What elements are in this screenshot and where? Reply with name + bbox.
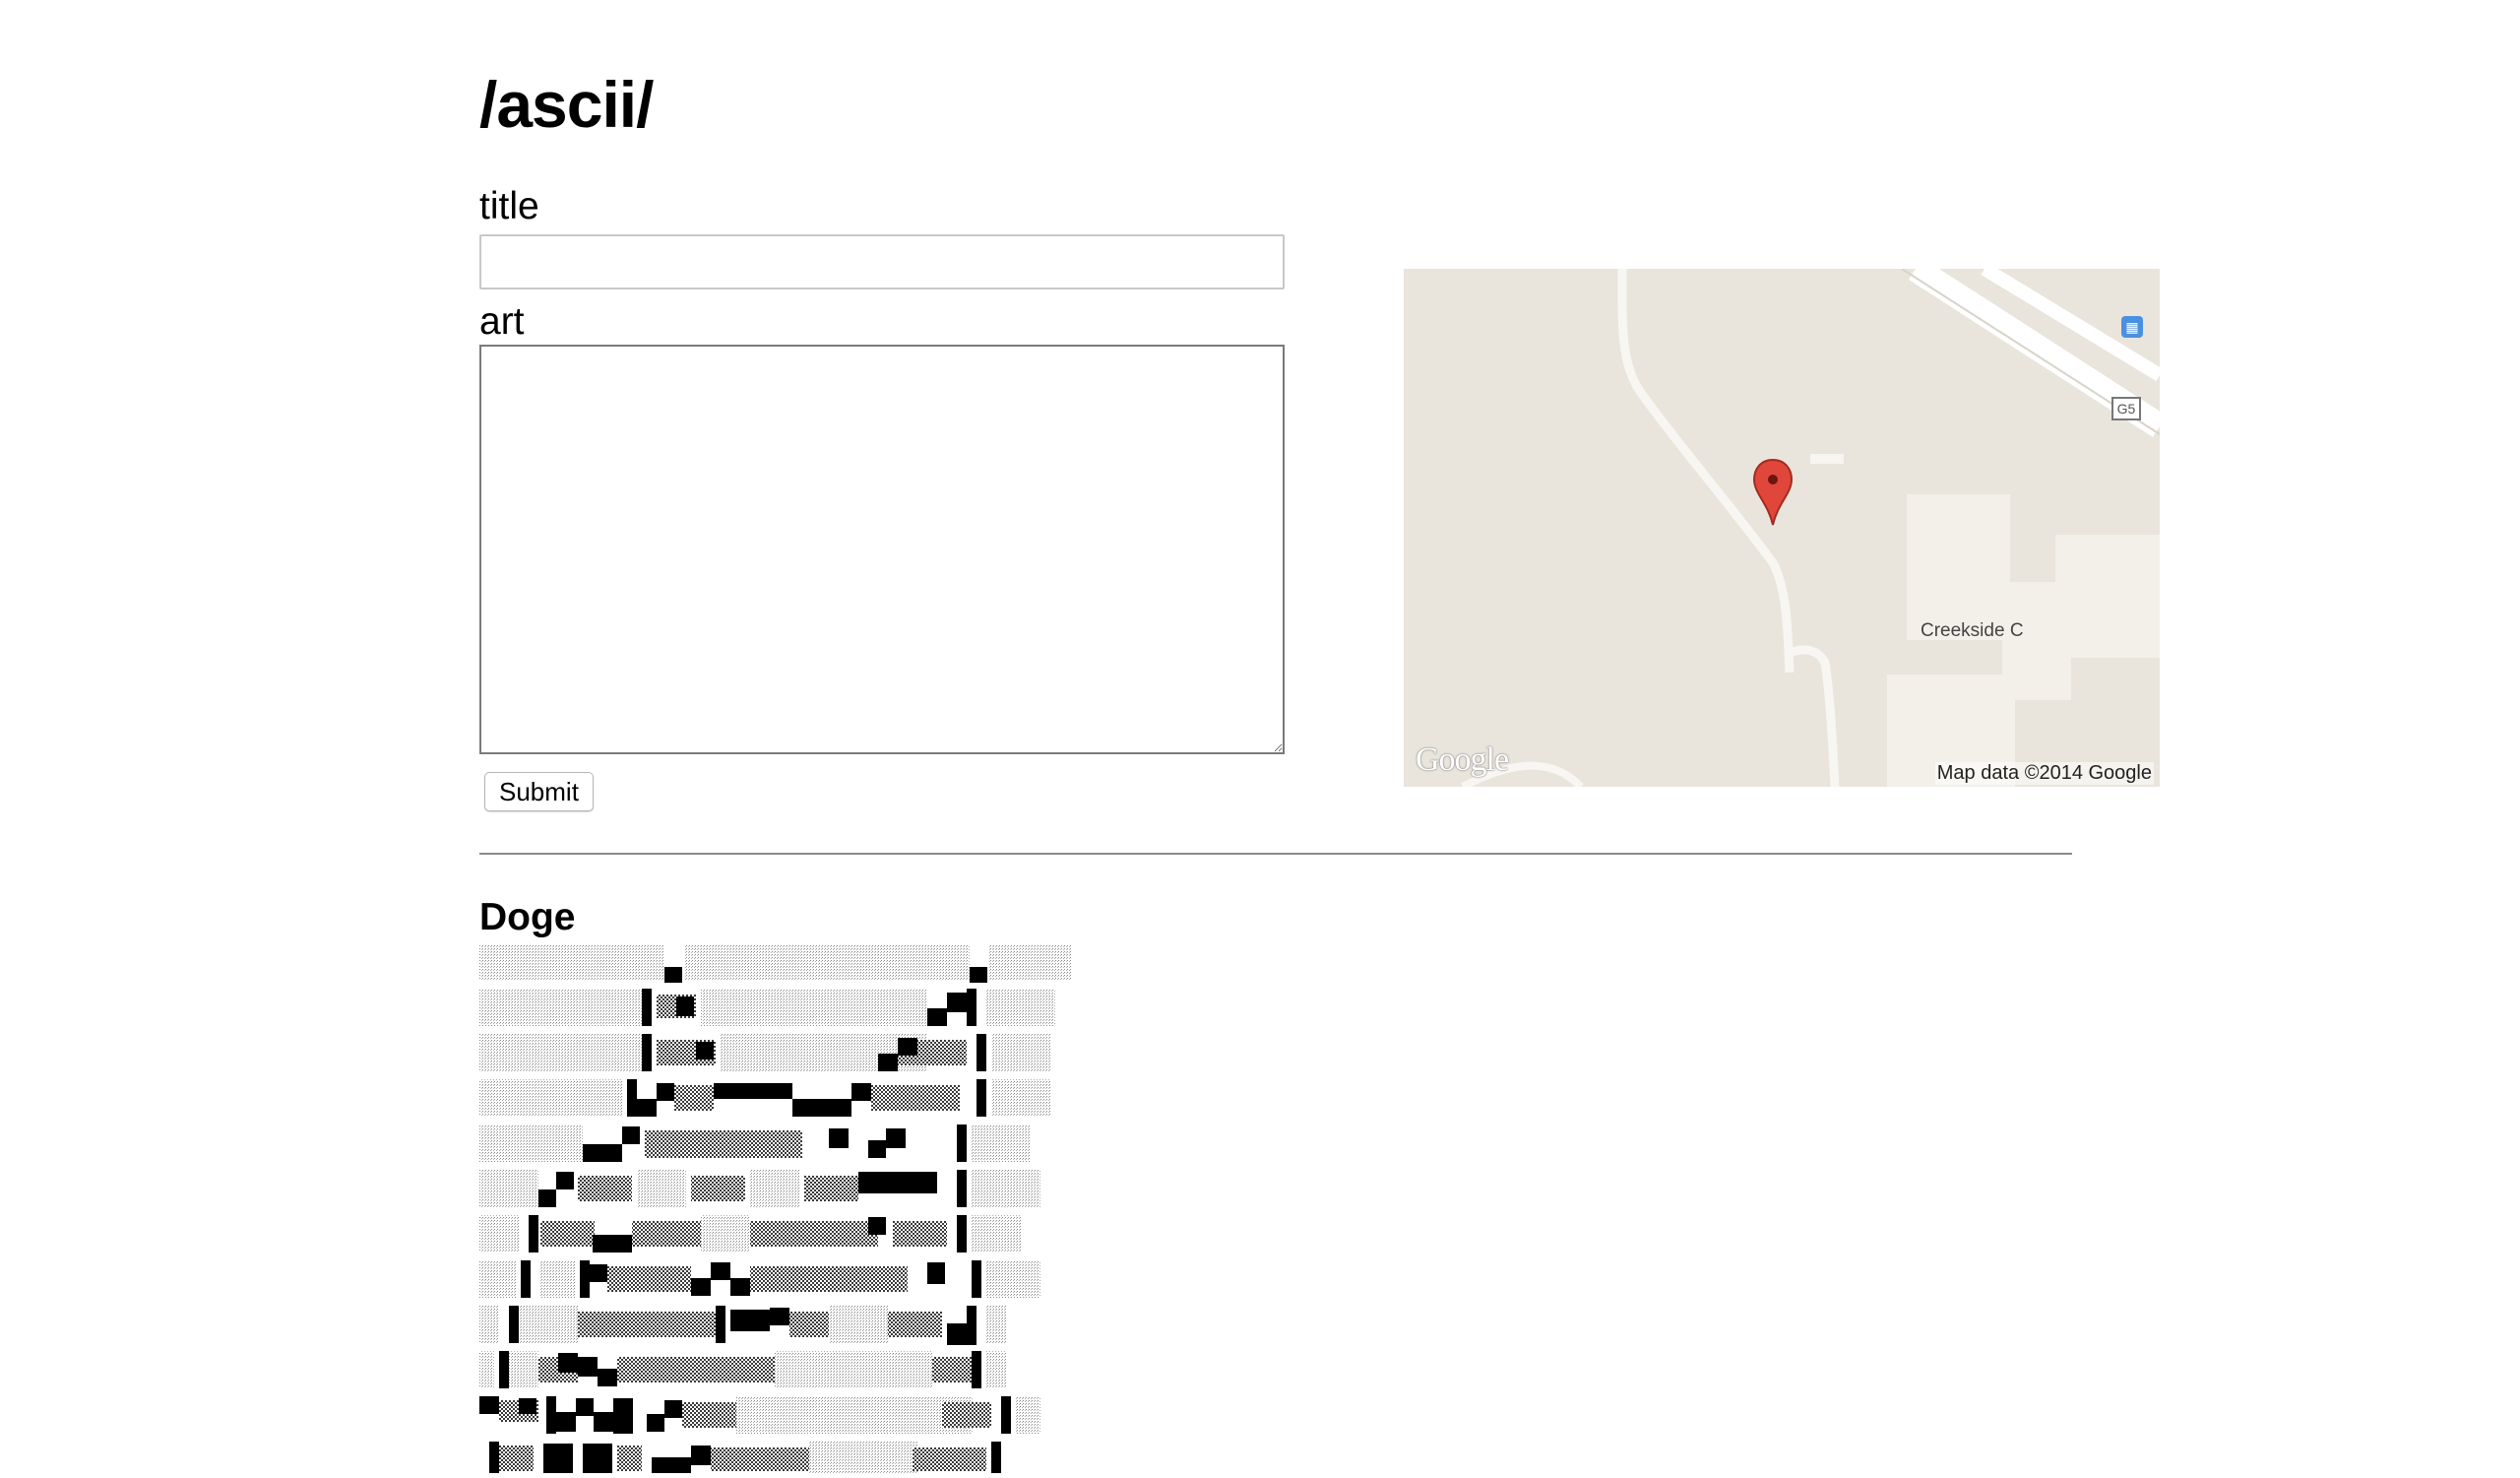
title-label: title [479,185,539,227]
map-attribution[interactable]: Map data ©2014 Google [1934,762,2154,785]
local-road [1788,645,1840,787]
art-row [479,1351,1006,1388]
place-label: Creekside C [1921,620,2024,641]
submit-button[interactable]: Submit [484,772,594,811]
art-row [479,1170,1040,1207]
divider [479,853,2072,855]
bus-stop-icon: ▦ [2121,316,2143,338]
page-title: /ascii/ [479,68,654,141]
title-input[interactable] [479,234,1285,289]
art-textarea[interactable] [479,345,1285,754]
art-row [479,1396,1040,1434]
art-label: art [479,300,525,343]
building-shape [1810,454,1844,464]
art-row [479,1034,1050,1071]
art-row [479,1125,1031,1162]
ascii-art-image [479,945,1090,1478]
road-shield-icon: G5 [2111,397,2141,420]
art-row [479,1079,1050,1117]
art-row [489,1442,1001,1473]
google-logo[interactable]: Google [1416,741,1509,779]
art-row [479,1260,1040,1298]
art-row [479,1306,1006,1345]
art-row [479,945,1072,983]
map-view[interactable]: ▦ G5 Creekside C Google Map data ©2014 G… [1404,269,2160,787]
doge-ascii-art [479,945,1072,1473]
map-tiles [1461,269,2160,787]
building-shape [1907,494,2010,640]
art-row [479,989,1055,1026]
art-row [479,1215,1021,1253]
art-entry-title: Doge [479,896,576,938]
